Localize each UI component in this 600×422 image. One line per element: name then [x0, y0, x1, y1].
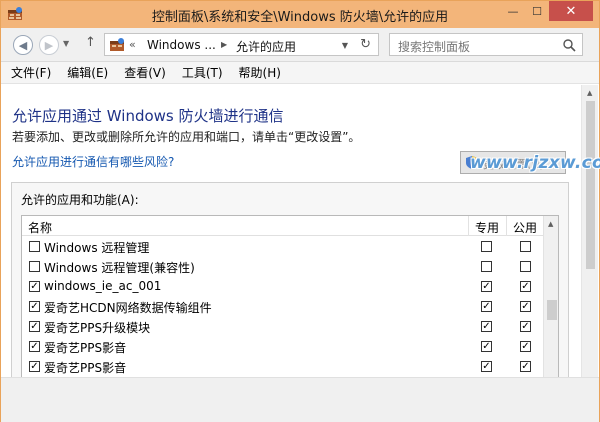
arrow-up-icon: ↑ [85, 35, 96, 50]
maximize-button[interactable]: ☐ [525, 1, 549, 21]
content-scrollbar[interactable]: ▲ [581, 85, 598, 377]
menu-help[interactable]: 帮助(H) [233, 62, 287, 83]
search-icon[interactable] [562, 38, 576, 52]
menu-file[interactable]: 文件(F) [5, 62, 57, 83]
private-network-checkbox[interactable] [481, 241, 492, 252]
column-divider [468, 216, 469, 236]
app-row[interactable]: ✓ 爱奇艺PPS升级模块 ✓ ✓ [22, 316, 543, 336]
main-content: 允许应用通过 Windows 防火墙进行通信 若要添加、更改或删除所允许的应用和… [1, 85, 581, 377]
page-description: 若要添加、更改或删除所允许的应用和端口，请单击“更改设置”。 [12, 130, 361, 144]
recent-locations-dropdown[interactable]: ▼ [63, 39, 69, 48]
chevron-down-icon[interactable]: ▼ [342, 41, 348, 50]
list-header: 名称 专用 公用 [22, 216, 558, 236]
site-watermark: www.rjzxw.com [470, 153, 600, 173]
window-controls: — ☐ ✕ [501, 1, 593, 21]
app-row[interactable]: Windows 远程管理(兼容性) [22, 256, 543, 276]
app-name: Windows 远程管理 [44, 241, 150, 255]
page-title: 允许应用通过 Windows 防火墙进行通信 [12, 107, 284, 125]
address-bar[interactable]: « Windows ... ▶ 允许的应用 ▼ ↻ [104, 33, 379, 56]
refresh-icon[interactable]: ↻ [360, 37, 371, 52]
search-input[interactable]: 搜索控制面板 [389, 33, 583, 56]
menu-tools[interactable]: 工具(T) [176, 62, 229, 83]
risk-info-link[interactable]: 允许应用进行通信有哪些风险? [12, 153, 174, 170]
menu-edit[interactable]: 编辑(E) [61, 62, 114, 83]
breadcrumb-allowed-apps[interactable]: 允许的应用 [236, 38, 296, 55]
app-enabled-checkbox[interactable] [29, 241, 40, 252]
app-name: 爱奇艺PPS影音 [44, 341, 127, 355]
public-network-checkbox[interactable]: ✓ [520, 301, 531, 312]
navigation-bar: ◀ ▶ ▼ ↑ « Windows ... ▶ 允许的应用 ▼ ↻ 搜索控制面板 [1, 28, 599, 62]
app-name: windows_ie_ac_001 [44, 279, 162, 293]
up-button[interactable]: ↑ [85, 35, 96, 50]
forward-button[interactable]: ▶ [39, 35, 59, 55]
column-header-private[interactable]: 专用 [472, 219, 502, 236]
app-enabled-checkbox[interactable]: ✓ [29, 361, 40, 372]
close-button[interactable]: ✕ [549, 1, 593, 21]
list-scroll-thumb[interactable] [547, 300, 557, 320]
scroll-up-icon[interactable]: ▲ [548, 220, 553, 228]
search-placeholder: 搜索控制面板 [398, 40, 471, 54]
app-enabled-checkbox[interactable]: ✓ [29, 281, 40, 292]
allowed-apps-label: 允许的应用和功能(A): [21, 193, 139, 207]
breadcrumb-windows-firewall[interactable]: Windows ... [147, 38, 216, 52]
public-network-checkbox[interactable]: ✓ [520, 361, 531, 372]
public-network-checkbox[interactable] [520, 261, 531, 272]
public-network-checkbox[interactable]: ✓ [520, 321, 531, 332]
app-row[interactable]: Windows 远程管理 [22, 236, 543, 256]
app-row[interactable]: ✓ 爱奇艺PPS影音 ✓ ✓ [22, 356, 543, 376]
arrow-right-icon: ▶ [44, 38, 54, 52]
menu-view[interactable]: 查看(V) [118, 62, 172, 83]
chevron-right-icon[interactable]: ▶ [221, 40, 227, 49]
private-network-checkbox[interactable]: ✓ [481, 301, 492, 312]
title-bar[interactable]: 控制面板\系统和安全\Windows 防火墙\允许的应用 — ☐ ✕ [1, 1, 599, 28]
menu-bar: 文件(F) 编辑(E) 查看(V) 工具(T) 帮助(H) [1, 62, 599, 84]
app-name: 爱奇艺HCDN网络数据传输组件 [44, 301, 212, 315]
content-scroll-thumb[interactable] [586, 101, 595, 269]
back-button[interactable]: ◀ [13, 35, 33, 55]
column-header-public[interactable]: 公用 [510, 219, 540, 236]
breadcrumb-overflow[interactable]: « [129, 38, 136, 51]
private-network-checkbox[interactable]: ✓ [481, 361, 492, 372]
app-row[interactable]: ✓ windows_ie_ac_001 ✓ ✓ [22, 276, 543, 296]
private-network-checkbox[interactable] [481, 261, 492, 272]
allowed-apps-list[interactable]: 名称 专用 公用 Windows 远程管理 Windows 远程管理(兼容性) … [21, 215, 559, 377]
app-enabled-checkbox[interactable] [29, 261, 40, 272]
public-network-checkbox[interactable]: ✓ [520, 281, 531, 292]
private-network-checkbox[interactable]: ✓ [481, 321, 492, 332]
private-network-checkbox[interactable]: ✓ [481, 341, 492, 352]
allowed-apps-group: 允许的应用和功能(A): 名称 专用 公用 Windows 远程管理 Windo… [11, 182, 569, 377]
app-name: 爱奇艺PPS影音 [44, 361, 127, 375]
minimize-button[interactable]: — [501, 1, 525, 21]
list-scrollbar[interactable]: ▲ [543, 216, 558, 377]
column-divider [506, 216, 507, 236]
app-name: Windows 远程管理(兼容性) [44, 261, 195, 275]
scroll-up-icon[interactable]: ▲ [587, 89, 592, 97]
app-enabled-checkbox[interactable]: ✓ [29, 341, 40, 352]
control-panel-window: 控制面板\系统和安全\Windows 防火墙\允许的应用 — ☐ ✕ ◀ ▶ ▼… [0, 0, 600, 422]
public-network-checkbox[interactable]: ✓ [520, 341, 531, 352]
arrow-left-icon: ◀ [18, 38, 28, 52]
app-row[interactable]: ✓ 爱奇艺HCDN网络数据传输组件 ✓ ✓ [22, 296, 543, 316]
app-enabled-checkbox[interactable]: ✓ [29, 321, 40, 332]
app-rows: Windows 远程管理 Windows 远程管理(兼容性) ✓ windows… [22, 236, 543, 376]
footer-area [1, 377, 599, 422]
column-header-name[interactable]: 名称 [28, 219, 52, 236]
app-row[interactable]: ✓ 爱奇艺PPS影音 ✓ ✓ [22, 336, 543, 356]
app-name: 爱奇艺PPS升级模块 [44, 321, 151, 335]
firewall-location-icon [110, 38, 124, 51]
private-network-checkbox[interactable]: ✓ [481, 281, 492, 292]
public-network-checkbox[interactable] [520, 241, 531, 252]
app-enabled-checkbox[interactable]: ✓ [29, 301, 40, 312]
